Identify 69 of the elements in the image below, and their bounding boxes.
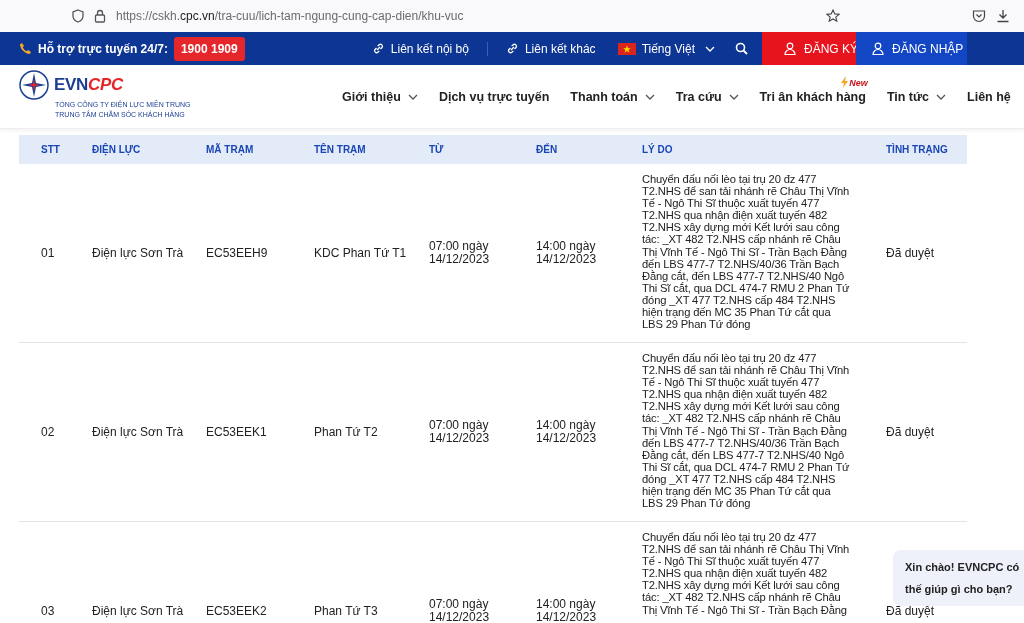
table-cell: Đã duyệt [886, 425, 935, 439]
new-label: New [849, 77, 868, 88]
chevron-down-icon [936, 93, 947, 100]
table-cell: Phan Tứ T3 [314, 604, 378, 618]
nav-link[interactable]: Tin tức [886, 89, 930, 104]
lightning-icon [841, 75, 850, 88]
flag-icon [617, 42, 636, 55]
table-cell: 01 [41, 246, 55, 260]
star-icon [826, 9, 840, 23]
register-button[interactable]: ĐĂNG KÝ [762, 32, 856, 65]
nav-link[interactable]: Giới thiệu [342, 89, 401, 104]
user-icon [784, 42, 796, 55]
hotline-link[interactable]: 1900 1909 [173, 36, 245, 61]
table-cell-text: 07:00 ngày 14/12/2023 [429, 598, 491, 623]
table-cell: EC53EEK1 [206, 425, 267, 439]
column-header: LÝ DO [642, 144, 674, 155]
table-cell: 02 [41, 425, 55, 439]
address-field[interactable]: https://cskh.cpc.vn/tra-cuu/lich-tam-ngung-cung-cap-dien/khu-vuc [116, 3, 816, 29]
language-selector[interactable]: Tiếng Việt [641, 41, 695, 56]
table-cell-text: Chuyển đấu nối lèo tại trụ 20 đz 477 T2.NHS để san tải nhánh rẽ Châu Thị Vĩnh Tế - Ngô Thi Sĩ thuộc xuất tuyến 477 T2.NHS qua nhận điện xuất tuyến 482 T2.NHS xây dựng mới Kết lưới sau công tác: _XT 482 T2.NHS cấp nhánh rẽ Châu Thị Vĩnh Tế - Ngô Thi Sĩ - Trần Bạch Đằng [642, 531, 851, 616]
table-cell: Phan Tứ T2 [314, 425, 378, 439]
top-link[interactable]: Liên kết khác [524, 41, 596, 56]
nav-link[interactable]: Tri ân khách hàng [759, 89, 866, 104]
table-cell-text: 07:00 ngày 14/12/2023 [429, 240, 491, 266]
table-cell-text: 14:00 ngày 14/12/2023 [536, 240, 598, 266]
column-header: TỪ [429, 144, 445, 155]
table-cell-text: Chuyển đấu nối lèo tại trụ 20 đz 477 T2.NHS để san tải nhánh rẽ Châu Thị Vĩnh Tế - Ngô Thi Sĩ thuộc xuất tuyến 477 T2.NHS qua nhận điện xuất tuyến 482 T2.NHS xây dựng mới Kết lưới sau công tác: _XT 482 T2.NHS cấp nhánh rẽ Châu Thị Vĩnh Tế - Ngô Thi Sĩ - Trần Bạch Đằng đến LBS 477-7 T2.NHS/40/36 Trần Bạch Đằng cắt, đến LBS 477-7 T2.NHS/40 Ngô Thi Sĩ cắt, qua DCL 474-7 RMU 2 Phan Tứ đóng _XT 477 T2.NHS cấp 484 T2.NHS hiện trạng đến MC 35 Phan Tứ cắt qua LBS 29 Phan Tứ đóng [642, 173, 851, 331]
phone-icon [19, 42, 32, 55]
table-cell: Điện lực Sơn Trà [92, 246, 184, 260]
table-cell-text: Chuyển đấu nối lèo tại trụ 20 đz 477 T2.NHS để san tải nhánh rẽ Châu Thị Vĩnh Tế - Ngô Thi Sĩ thuộc xuất tuyến 477 T2.NHS qua nhận điện xuất tuyến 482 T2.NHS xây dựng mới Kết lưới sau công tác: _XT 482 T2.NHS cấp nhánh rẽ Châu Thị Vĩnh Tế - Ngô Thi Sĩ - Trần Bạch Đằng đến LBS 477-7 T2.NHS/40/36 Trần Bạch Đằng cắt, đến LBS 477-7 T2.NHS/40 Ngô Thi Sĩ cắt, qua DCL 474-7 RMU 2 Phan Tứ đóng _XT 477 T2.NHS cấp 484 T2.NHS hiện trạng đến MC 35 Phan Tứ cắt qua LBS 29 Phan Tứ đóng [642, 352, 851, 510]
table-cell: 03 [41, 604, 55, 618]
column-header: ĐIỆN LỰC [92, 144, 142, 155]
table-cell-text: 07:00 ngày 14/12/2023 [429, 419, 491, 445]
table-cell: Điện lực Sơn Trà [92, 425, 184, 439]
nav-link[interactable]: Tra cứu [675, 89, 722, 104]
column-header: STT [40, 144, 61, 155]
search-icon [735, 42, 748, 55]
login-button[interactable]: ĐĂNG NHẬP [856, 32, 967, 65]
logo-icon [19, 69, 49, 100]
table-cell: KDC Phan Tứ T1 [314, 246, 407, 260]
chevron-down-icon [407, 93, 418, 100]
download-icon [996, 9, 1010, 23]
column-header: MÃ TRẠM [206, 144, 255, 155]
column-header: TÊN TRẠM [314, 144, 367, 155]
nav-link[interactable]: Dịch vụ trực tuyến [438, 89, 550, 104]
nav-link[interactable]: Thanh toán [570, 89, 638, 104]
pocket-icon [972, 9, 986, 23]
table-cell: EC53EEK2 [206, 604, 267, 618]
lock-icon [94, 9, 106, 23]
logo-text: EVNCPC [54, 74, 124, 95]
nav-link[interactable]: Liên hệ [967, 89, 1011, 104]
table-cell: Đã duyệt [886, 246, 935, 260]
table-cell: EC53EEH9 [206, 246, 268, 260]
chat-bubble: Xin chào! EVNCPC có thế giúp gì cho bạn? [893, 550, 1024, 606]
top-link[interactable]: Liên kết nội bộ [390, 41, 469, 56]
support-label: Hỗ trợ trực tuyến 24/7: [38, 41, 168, 56]
chevron-down-icon [728, 93, 739, 100]
table-cell-text: 14:00 ngày 14/12/2023 [536, 419, 598, 445]
chevron-down-icon [705, 45, 715, 52]
shield-icon [72, 9, 84, 23]
column-header: TÌNH TRẠNG [886, 144, 949, 155]
table-cell: Đã duyệt [886, 604, 935, 618]
table-cell: Điện lực Sơn Trà [92, 604, 184, 618]
chevron-down-icon [644, 93, 655, 100]
user-icon [872, 42, 884, 55]
link-icon [505, 42, 519, 55]
column-header: ĐẾN [536, 144, 559, 155]
link-icon [371, 42, 385, 55]
table-cell-text: 14:00 ngày 14/12/2023 [536, 598, 598, 623]
